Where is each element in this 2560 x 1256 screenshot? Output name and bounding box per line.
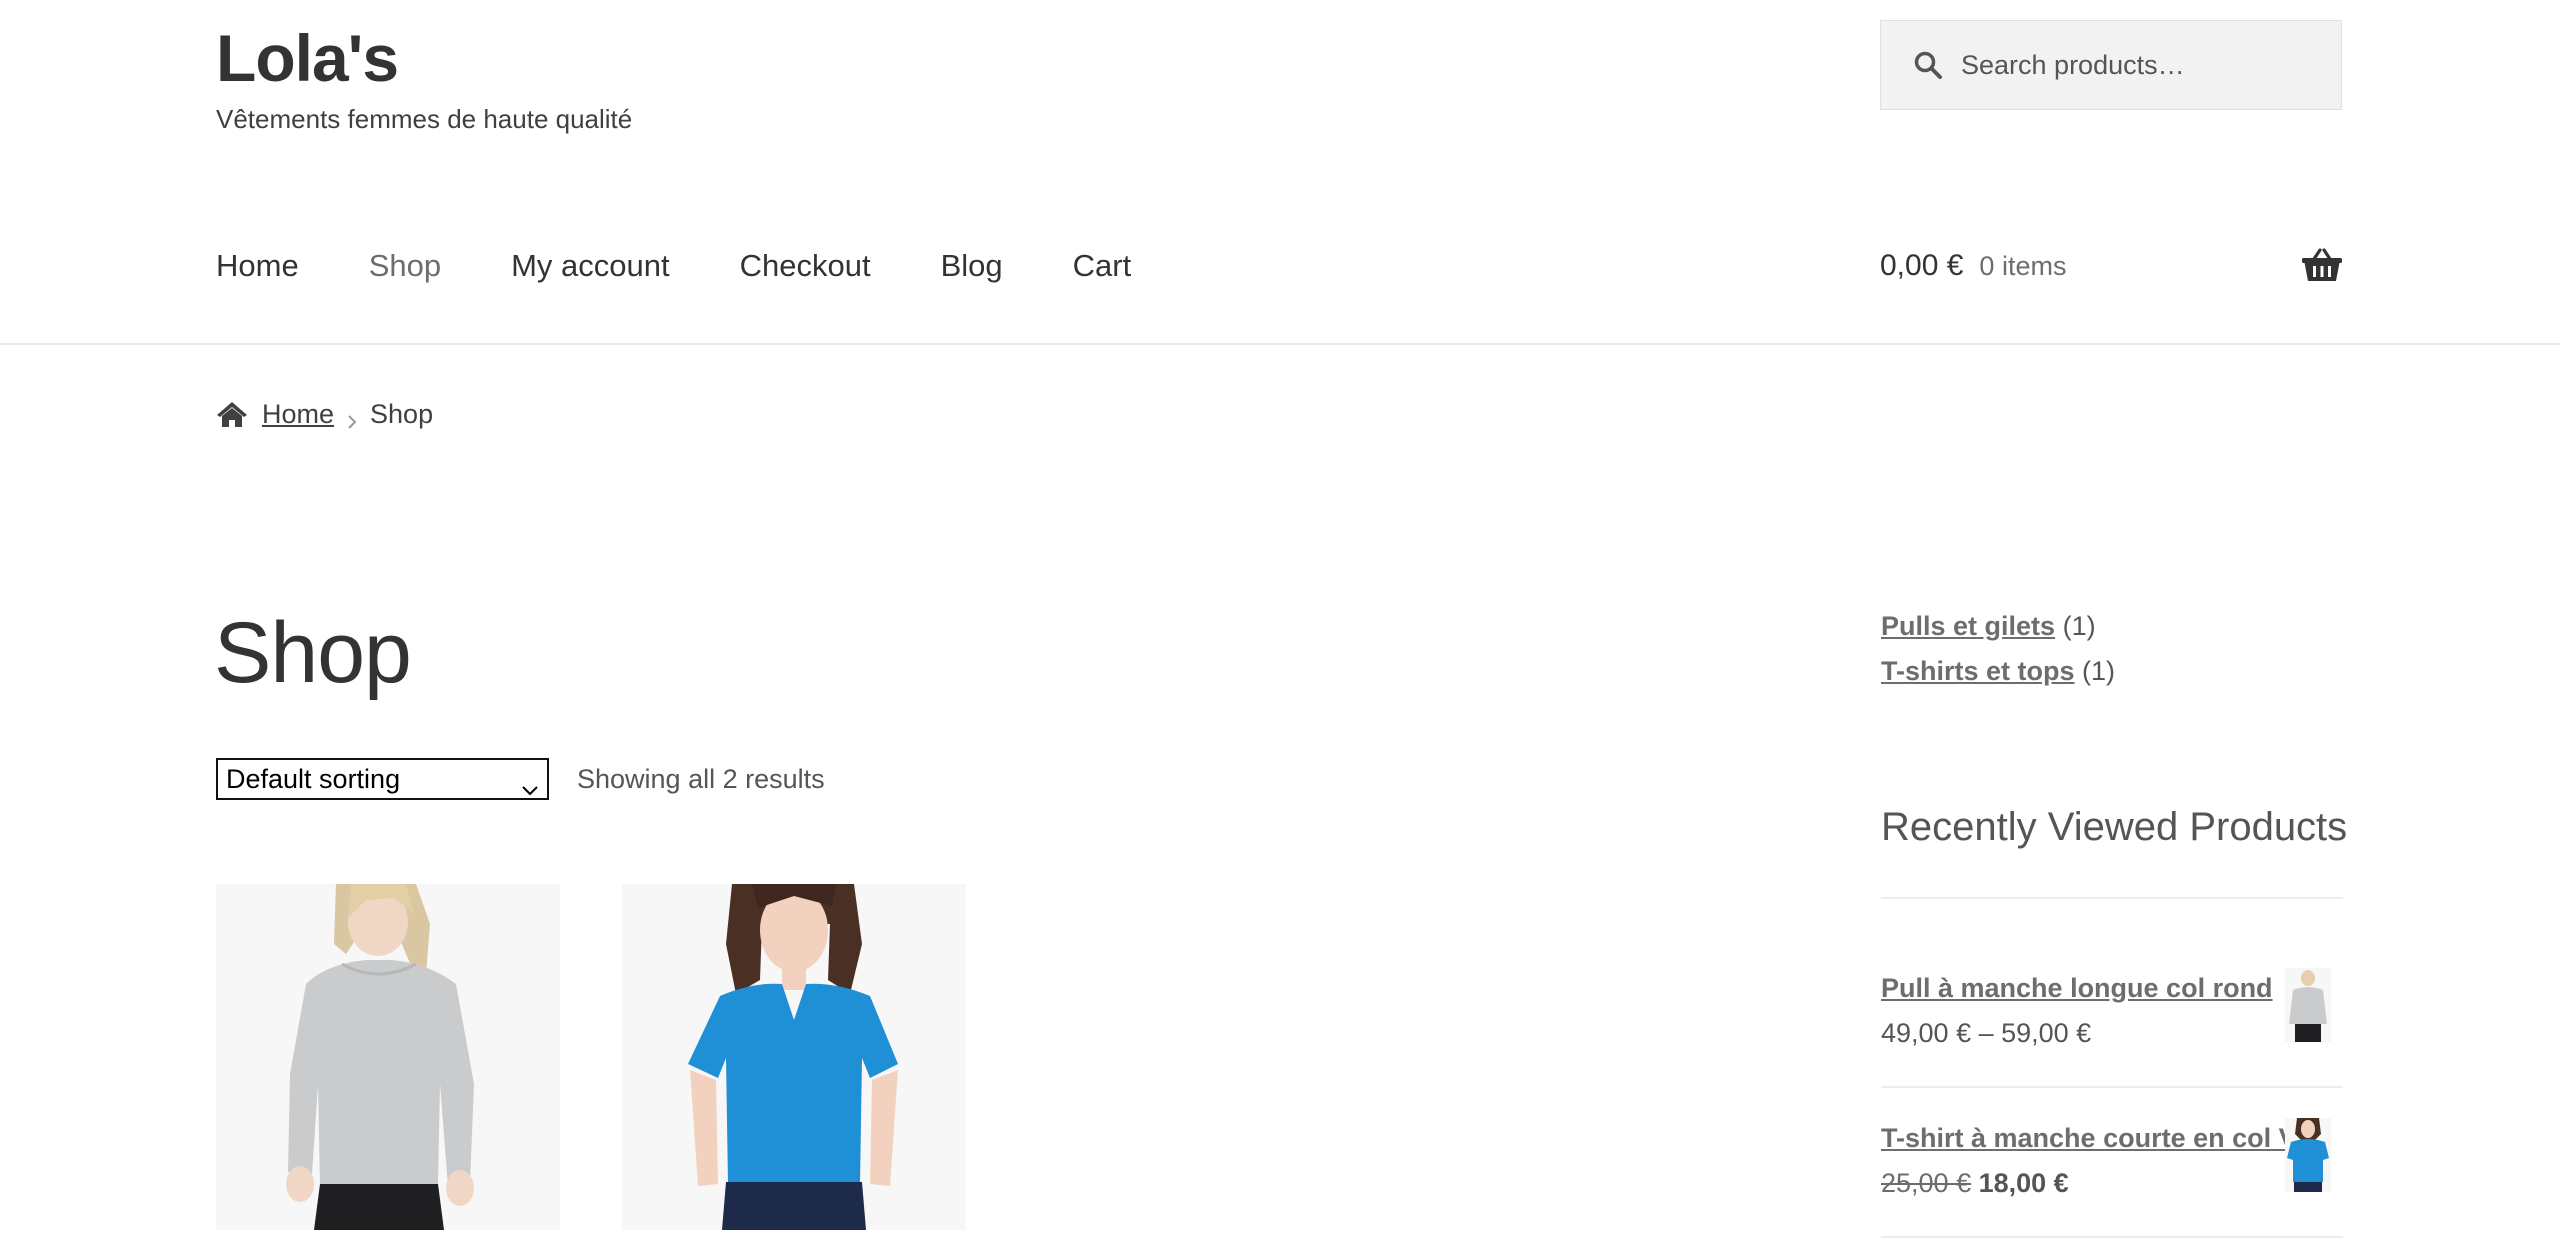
breadcrumb-current: Shop xyxy=(370,398,434,429)
nav-item-shop[interactable]: Shop xyxy=(369,238,441,294)
category-count: (1) xyxy=(2082,656,2116,686)
page-title: Shop xyxy=(214,605,412,701)
product-categories: Pulls et gilets (1) T-shirts et tops (1) xyxy=(1881,604,2115,694)
breadcrumb-home-link[interactable]: Home xyxy=(262,399,334,430)
recently-viewed-item: Pull à manche longue col rond 49,00 € – … xyxy=(1881,968,2343,1053)
cart-count: 0 items xyxy=(1979,250,2067,281)
recently-viewed-price: 49,00 € – 59,00 € xyxy=(1881,1018,2092,1048)
nav-item-checkout[interactable]: Checkout xyxy=(740,238,871,294)
result-count: Showing all 2 results xyxy=(577,764,825,794)
recently-viewed-thumbnail[interactable] xyxy=(2285,968,2331,1042)
site-title[interactable]: Lola's xyxy=(216,18,399,98)
nav-item-my-account[interactable]: My account xyxy=(511,238,670,294)
category-link-pulls-et-gilets[interactable]: Pulls et gilets xyxy=(1881,611,2055,641)
search-icon xyxy=(1913,49,1945,81)
nav-item-blog[interactable]: Blog xyxy=(941,238,1003,294)
category-item: T-shirts et tops (1) xyxy=(1881,649,2115,694)
sort-select[interactable]: Default sorting xyxy=(216,758,549,800)
recently-viewed-item: T-shirt à manche courte en col V 25,00 €… xyxy=(1881,1118,2343,1203)
recently-viewed-link[interactable]: T-shirt à manche courte en col V xyxy=(1881,1123,2297,1153)
breadcrumb: Home Shop xyxy=(216,396,433,432)
product-card-blue-tshirt[interactable] xyxy=(622,884,966,1230)
category-link-t-shirts-et-tops[interactable]: T-shirts et tops xyxy=(1881,656,2075,686)
search-form xyxy=(1880,20,2342,110)
widget-divider xyxy=(1881,897,2343,899)
old-price: 25,00 € xyxy=(1881,1168,1972,1198)
nav-item-home[interactable]: Home xyxy=(216,238,299,294)
chevron-down-icon xyxy=(521,773,539,796)
chevron-right-icon xyxy=(346,406,358,429)
recently-viewed-thumbnail[interactable] xyxy=(2285,1118,2331,1192)
header-cart[interactable]: 0,00 € 0 items xyxy=(1880,238,2342,294)
category-count: (1) xyxy=(2062,611,2096,641)
basket-icon xyxy=(2302,248,2342,284)
product-card-grey-sweater[interactable] xyxy=(216,884,560,1230)
recently-viewed-price: 25,00 € 18,00 € xyxy=(1881,1163,2343,1203)
sale-price: 18,00 € xyxy=(1978,1168,2069,1198)
widget-divider xyxy=(1881,1236,2343,1238)
sort-select-value: Default sorting xyxy=(226,763,401,794)
search-input[interactable] xyxy=(1959,48,2323,82)
nav-item-cart[interactable]: Cart xyxy=(1073,238,1132,294)
cart-amount: 0,00 € xyxy=(1880,249,1964,282)
home-icon xyxy=(216,400,248,428)
header-divider xyxy=(0,343,2560,345)
widget-divider xyxy=(1881,1086,2343,1088)
grey-sweater-photo xyxy=(216,884,560,1230)
blue-tshirt-photo xyxy=(622,884,966,1230)
recently-viewed-link[interactable]: Pull à manche longue col rond xyxy=(1881,973,2273,1003)
category-item: Pulls et gilets (1) xyxy=(1881,604,2115,649)
primary-navigation: Home Shop My account Checkout Blog Cart xyxy=(216,238,1201,294)
recently-viewed-title: Recently Viewed Products xyxy=(1881,805,2348,849)
site-tagline: Vêtements femmes de haute qualité xyxy=(216,104,633,134)
